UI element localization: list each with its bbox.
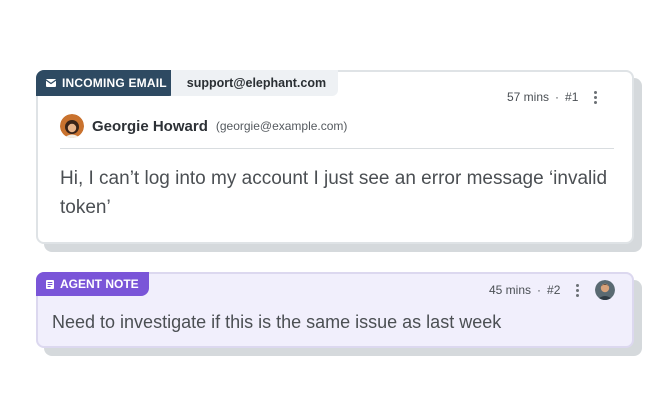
- agent-note-label: AGENT NOTE: [60, 277, 139, 291]
- mailbox-label: support@elephant.com: [186, 76, 327, 90]
- note-meta: 45 mins · #2: [489, 280, 616, 300]
- note-number: #2: [547, 283, 561, 297]
- meta-separator: ·: [537, 283, 542, 297]
- agent-note-card: AGENT NOTE 45 mins · #2 Need to investig…: [36, 272, 644, 358]
- email-card-body: INCOMING EMAIL support@elephant.com 57 m…: [36, 70, 634, 244]
- note-message: Need to investigate if this is the same …: [52, 312, 502, 332]
- sender-email: (georgie@example.com): [215, 119, 348, 133]
- sender-name: Georgie Howard: [92, 117, 208, 135]
- agent-note-badge: AGENT NOTE: [36, 272, 149, 296]
- divider: [60, 148, 614, 149]
- meta-separator: ·: [555, 90, 560, 104]
- avatar[interactable]: [595, 280, 616, 300]
- kebab-menu-icon[interactable]: [594, 90, 598, 104]
- avatar[interactable]: [60, 114, 84, 138]
- email-header-badge: INCOMING EMAIL support@elephant.com: [36, 70, 339, 96]
- note-time: 45 mins: [489, 283, 532, 297]
- email-meta: 57 mins · #1: [507, 90, 598, 104]
- email-time: 57 mins: [507, 90, 550, 104]
- mail-icon: [46, 79, 56, 87]
- mailbox-address: support@elephant.com: [170, 70, 339, 96]
- note-icon: [46, 279, 54, 289]
- email-message: Hi, I can’t log into my account I just s…: [60, 168, 608, 218]
- kebab-menu-icon[interactable]: [576, 283, 580, 297]
- email-number: #1: [565, 90, 579, 104]
- note-card-body: AGENT NOTE 45 mins · #2 Need to investig…: [36, 272, 634, 348]
- sender-row: Georgie Howard (georgie@example.com): [60, 114, 347, 138]
- incoming-email-card: INCOMING EMAIL support@elephant.com 57 m…: [36, 70, 644, 254]
- incoming-email-badge: INCOMING EMAIL: [36, 70, 177, 96]
- incoming-email-label: INCOMING EMAIL: [62, 76, 167, 90]
